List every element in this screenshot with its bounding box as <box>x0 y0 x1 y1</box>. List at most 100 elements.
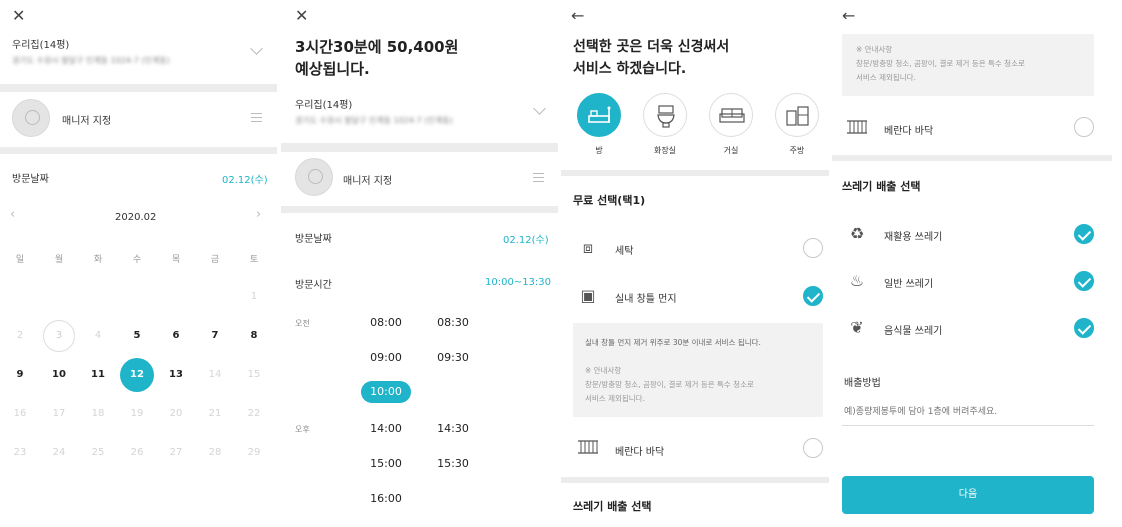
divider <box>0 84 277 92</box>
back-arrow-icon[interactable]: ← <box>842 8 855 24</box>
pm-label: 오후 <box>295 425 310 434</box>
divider <box>561 477 829 483</box>
free-option-title: 무료 선택(택1) <box>573 194 646 207</box>
address-title: 우리집(14평) <box>295 100 353 111</box>
next-button[interactable]: 다음 <box>842 476 1094 514</box>
screen-trash: ← ※ 안내사항 창문/방충망 청소, 곰팡이, 결로 제거 등은 특수 청소로… <box>832 0 1112 527</box>
trash-general-label: 일반 쓰레기 <box>884 279 934 290</box>
trash-title: 쓰레기 배출 선택 <box>573 500 652 513</box>
notice-title: ※ 안내사항 <box>585 366 622 375</box>
calendar-day: 19 <box>130 408 144 419</box>
recycle-checkbox[interactable] <box>1074 224 1094 244</box>
visit-time-label: 방문시간 <box>295 280 332 291</box>
time-slot[interactable]: 08:30 <box>428 316 478 329</box>
calendar-day[interactable]: 9 <box>5 369 35 380</box>
laundry-icon: ⧈ <box>582 238 594 257</box>
method-label: 배출방법 <box>844 378 881 389</box>
time-slot[interactable]: 15:00 <box>361 457 411 470</box>
bed-icon <box>588 106 611 123</box>
calendar-day: 21 <box>208 408 222 419</box>
am-label: 오전 <box>295 319 310 328</box>
weekday-label: 월 <box>54 255 64 265</box>
laundry-checkbox[interactable] <box>803 238 823 258</box>
headline-line2: 예상됩니다. <box>295 60 370 78</box>
calendar-day[interactable]: 5 <box>122 330 152 341</box>
calendar-day: 14 <box>208 369 222 380</box>
recycle-bin-icon: ♻ <box>849 224 865 243</box>
calendar-day: 16 <box>13 408 27 419</box>
calendar-day-selected[interactable]: 12 <box>120 358 154 392</box>
time-slot[interactable]: 09:00 <box>361 351 411 364</box>
divider <box>281 143 558 152</box>
calendar-day: 22 <box>247 408 261 419</box>
chevron-down-icon[interactable] <box>250 42 263 55</box>
apple-core-icon: ❦ <box>850 318 864 337</box>
close-icon[interactable]: ✕ <box>295 8 308 24</box>
option-window-label: 실내 창틀 먼지 <box>615 294 677 305</box>
time-slot[interactable]: 15:30 <box>428 457 478 470</box>
calendar-day: 15 <box>247 369 261 380</box>
manager-label: 매니저 지정 <box>343 176 393 187</box>
divider <box>832 155 1112 161</box>
time-slot[interactable]: 16:00 <box>361 492 411 505</box>
back-arrow-icon[interactable]: ← <box>571 8 584 24</box>
time-slot[interactable]: 14:30 <box>428 422 478 435</box>
menu-icon[interactable] <box>533 173 544 182</box>
calendar-day[interactable]: 8 <box>239 330 269 341</box>
room-label-kitchen: 주방 <box>789 146 805 155</box>
method-input[interactable] <box>842 398 1094 426</box>
calendar-day: 28 <box>208 447 222 458</box>
veranda-checkbox[interactable] <box>803 438 823 458</box>
notice-box: 실내 창틀 먼지 제거 위주로 30분 이내로 서비스 됩니다. ※ 안내사항 … <box>573 323 823 417</box>
close-icon[interactable]: ✕ <box>12 8 25 24</box>
chevron-right-icon[interactable]: › <box>256 207 261 222</box>
visit-time-value: 10:00~13:30 <box>485 277 552 288</box>
veranda-icon <box>846 117 868 139</box>
chevron-left-icon[interactable]: ‹ <box>10 207 15 222</box>
calendar-day: 17 <box>52 408 66 419</box>
screen-calendar: ✕ 우리집(14평) 경기도 수원시 팔달구 인계동 1024-7 (인계동) … <box>0 0 277 527</box>
window-checkbox[interactable] <box>803 286 823 306</box>
notice-body-2: 서비스 제외됩니다. <box>856 73 916 82</box>
screen-rooms: ← 선택한 곳은 더욱 신경써서 서비스 하겠습니다. 방 화장실 거실 주방 … <box>561 0 829 527</box>
calendar-day[interactable]: 7 <box>200 330 230 341</box>
time-slot[interactable]: 14:00 <box>361 422 411 435</box>
kitchen-icon <box>786 106 809 126</box>
menu-icon[interactable] <box>251 113 262 122</box>
manager-label: 매니저 지정 <box>62 116 112 127</box>
room-label-toilet: 화장실 <box>653 146 677 155</box>
window-icon: ▣ <box>580 286 596 305</box>
notice-body-2: 서비스 제외됩니다. <box>585 394 645 403</box>
notice-main: 실내 창틀 먼지 제거 위주로 30분 이내로 서비스 됩니다. <box>585 338 761 347</box>
option-laundry-label: 세탁 <box>615 246 634 257</box>
calendar-day: 25 <box>91 447 105 458</box>
room-label-bed: 방 <box>595 146 603 155</box>
notice-box: ※ 안내사항 창문/방충망 청소, 곰팡이, 결로 제거 등은 특수 청소로 서… <box>842 34 1094 96</box>
avatar <box>12 99 50 137</box>
chevron-down-icon[interactable] <box>533 102 546 115</box>
calendar-day: 24 <box>52 447 66 458</box>
room-toilet-button[interactable] <box>643 93 687 137</box>
room-sofa-button[interactable] <box>709 93 753 137</box>
address-title: 우리집(14평) <box>12 40 70 51</box>
screen-time: ✕ 3시간30분에 50,400원 예상됩니다. 우리집(14평) 경기도 수원… <box>281 0 558 527</box>
weekday-label: 일 <box>15 255 25 265</box>
general-checkbox[interactable] <box>1074 271 1094 291</box>
food-checkbox[interactable] <box>1074 318 1094 338</box>
calendar-day: 23 <box>13 447 27 458</box>
visit-date-value: 02.12(수) <box>222 175 268 186</box>
trash-food-label: 음식물 쓰레기 <box>884 326 943 337</box>
calendar-day[interactable]: 10 <box>44 369 74 380</box>
calendar-day[interactable]: 11 <box>83 369 113 380</box>
room-kitchen-button[interactable] <box>775 93 819 137</box>
calendar-day: 26 <box>130 447 144 458</box>
visit-date-label: 방문날짜 <box>295 234 332 245</box>
veranda-checkbox[interactable] <box>1074 117 1094 137</box>
room-bed-button[interactable] <box>577 93 621 137</box>
time-slot[interactable]: 09:30 <box>428 351 478 364</box>
time-slot-selected[interactable]: 10:00 <box>361 381 411 403</box>
calendar-day[interactable]: 6 <box>161 330 191 341</box>
weekday-label: 금 <box>210 255 220 265</box>
calendar-day[interactable]: 13 <box>161 369 191 380</box>
time-slot[interactable]: 08:00 <box>361 316 411 329</box>
